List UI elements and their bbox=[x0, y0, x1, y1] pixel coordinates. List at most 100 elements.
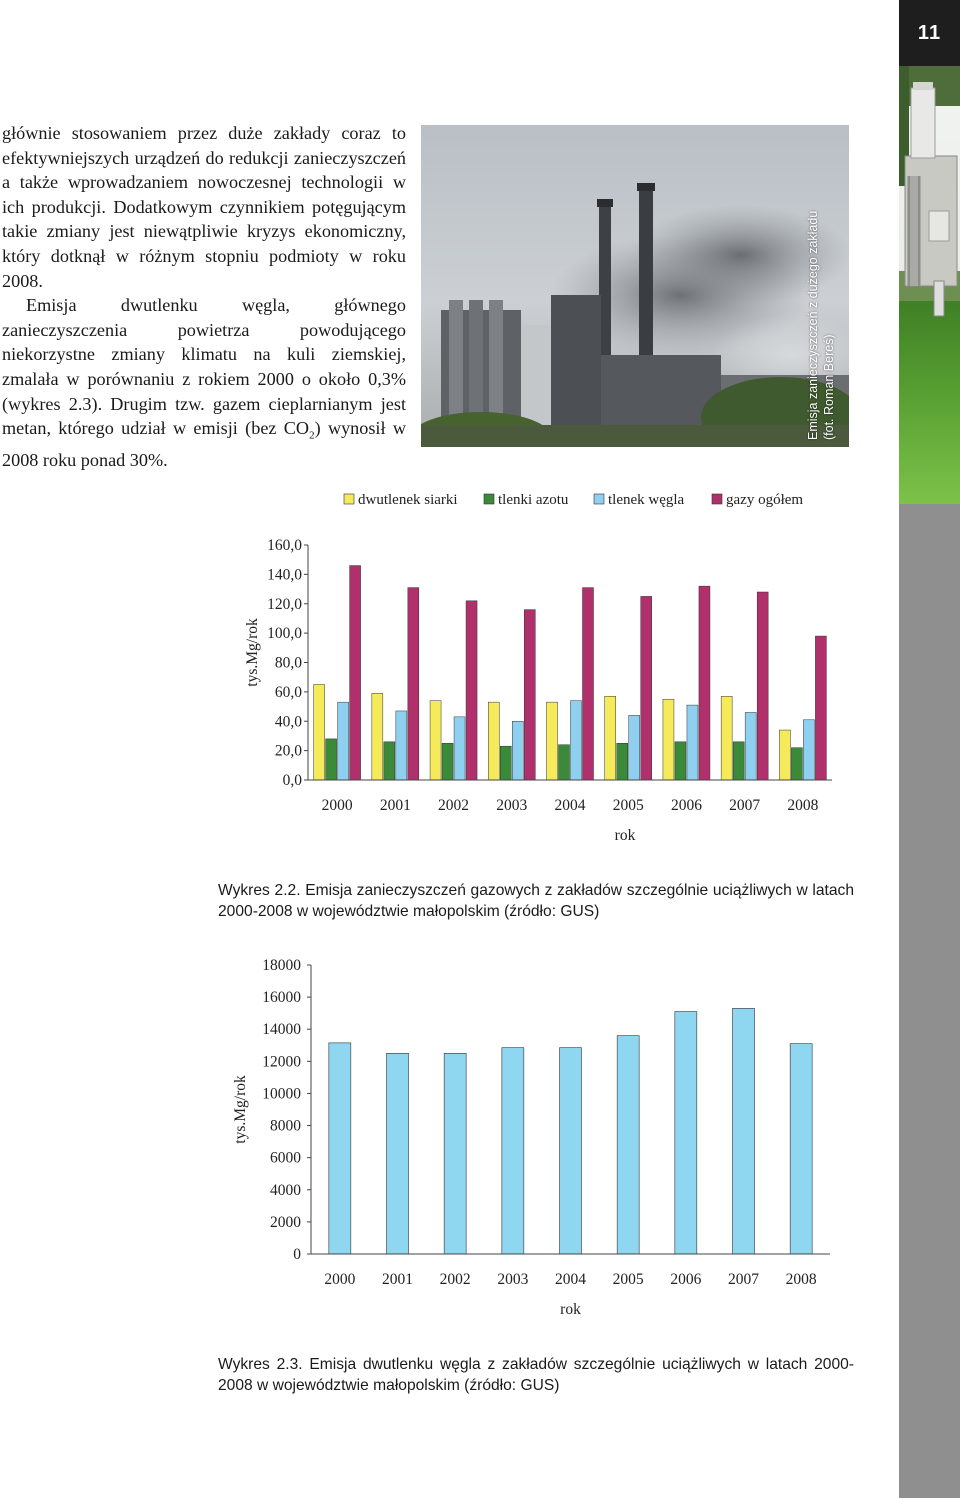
photo-caption-line-2: (fot. Roman Bereś) bbox=[821, 334, 836, 440]
chart1-legend-label-3: gazy ogółem bbox=[726, 492, 803, 508]
chart1-bar bbox=[395, 710, 408, 781]
chart2-x-tick-label: 2006 bbox=[670, 1271, 701, 1288]
chart1-bar bbox=[465, 600, 478, 781]
chart1-bar bbox=[732, 741, 745, 781]
chart2-bar bbox=[328, 1042, 352, 1255]
chart1-legend-swatch-0 bbox=[343, 493, 355, 505]
chart2-y-tick-label: 14000 bbox=[262, 1021, 301, 1038]
chart1-bar bbox=[744, 712, 757, 781]
chart1-bar bbox=[558, 744, 570, 781]
chart1-bar bbox=[686, 704, 699, 781]
chart1-bar bbox=[441, 743, 454, 781]
station-photo-image bbox=[899, 66, 960, 504]
chart1-legend-label-1: tlenki azotu bbox=[498, 492, 569, 508]
photo-caption-line-1: Emisja zanieczyszczeń z dużego zakładu bbox=[806, 210, 820, 440]
chart2-y-ticks: 0 2000 4000 6000 8000 10000 12000 14000 16000 180… bbox=[262, 957, 311, 1263]
chart1-x-tick-label: 2002 bbox=[438, 797, 469, 814]
chart1-bar bbox=[640, 596, 652, 781]
paragraph-1: głównie stosowaniem przez duże zakłady c… bbox=[2, 123, 406, 291]
chart2-bar bbox=[501, 1047, 525, 1255]
chart2-y-tick-label: 6000 bbox=[270, 1150, 301, 1167]
chart1-bar bbox=[407, 587, 420, 781]
chart1-bar bbox=[383, 741, 396, 781]
chart1-bars bbox=[313, 565, 827, 781]
body-text: głównie stosowaniem przez duże zakłady c… bbox=[2, 121, 406, 473]
chart1-bar bbox=[698, 585, 711, 781]
chart1-x-tick-label: 2000 bbox=[322, 797, 353, 814]
chart1-y-tick-label: 160,0 bbox=[267, 537, 302, 554]
chart2-y-tick-label: 16000 bbox=[262, 989, 301, 1006]
chart1-y-tick-label: 80,0 bbox=[275, 655, 302, 672]
chart2-x-tick-label: 2004 bbox=[555, 1271, 586, 1288]
measurement-station-photo bbox=[899, 66, 960, 504]
factory-photo-image bbox=[421, 125, 849, 447]
chart1-bar bbox=[512, 721, 524, 781]
chart2-x-tick-label: 2000 bbox=[324, 1271, 355, 1288]
chart2-x-axis-label: rok bbox=[560, 1301, 581, 1318]
chart1-bar bbox=[582, 587, 594, 781]
chart2-x-tick-label: 2007 bbox=[728, 1271, 759, 1288]
chart1-bar bbox=[371, 693, 384, 781]
chart-co2-emissions: 0 2000 4000 6000 8000 10000 12000 14000 16000 180… bbox=[232, 957, 830, 1318]
chart2-bar bbox=[674, 1011, 698, 1255]
chart1-x-tick-label: 2004 bbox=[555, 797, 586, 814]
chart1-legend-label-0: dwutlenek siarki bbox=[358, 492, 458, 508]
chart1-legend-swatch-3 bbox=[711, 493, 723, 505]
chart1-bar bbox=[349, 565, 361, 781]
chart1-bar bbox=[313, 684, 325, 781]
chart1-bar bbox=[674, 741, 687, 781]
chart1-x-tick-label: 2006 bbox=[671, 797, 702, 814]
chart2-x-tick-label: 2001 bbox=[382, 1271, 413, 1288]
chart2-y-tick-label: 2000 bbox=[270, 1214, 301, 1231]
chart1-bar bbox=[488, 701, 500, 781]
chart1-bar bbox=[815, 635, 827, 781]
chart1-bar bbox=[429, 700, 442, 781]
chart1-legend-swatch-2 bbox=[593, 493, 605, 505]
chart2-y-tick-label: 12000 bbox=[262, 1053, 301, 1070]
factory-photo bbox=[421, 125, 849, 447]
chart1-x-tick-label: 2001 bbox=[380, 797, 411, 814]
chart2-x-tick-label: 2008 bbox=[786, 1271, 817, 1288]
chart1-bar bbox=[616, 743, 628, 781]
co2-formula: CO bbox=[283, 418, 310, 439]
chart1-y-axis-label: tys.Mg/rok bbox=[244, 618, 261, 687]
chart2-bar bbox=[443, 1053, 467, 1255]
chart1-bar bbox=[791, 747, 803, 781]
chart1-bar bbox=[604, 696, 616, 781]
paragraph-2-text: Emisja dwutlenku węgla, głównego zaniecz… bbox=[2, 295, 406, 439]
chart2-y-tick-label: 18000 bbox=[262, 957, 301, 974]
chart1-bar bbox=[453, 716, 466, 781]
chart2-y-tick-label: 0 bbox=[293, 1246, 301, 1263]
chart1-bar bbox=[628, 715, 640, 781]
chart1-legend: dwutlenek siarki tlenki azotu tlenek węgla… bbox=[343, 492, 803, 508]
chart1-x-tick-label: 2008 bbox=[787, 797, 818, 814]
caption-wykres-2-2: Wykres 2.2. Emisja zanieczyszczeń gazowy… bbox=[218, 882, 854, 920]
photo-caption: Emisja zanieczyszczeń z dużego zakładu (… bbox=[806, 120, 837, 440]
chart1-bar bbox=[546, 701, 558, 781]
chart1-bar bbox=[570, 700, 582, 781]
chart1-bar bbox=[500, 745, 512, 781]
chart1-y-tick-label: 60,0 bbox=[275, 684, 302, 701]
chart1-y-tick-label: 140,0 bbox=[267, 566, 302, 583]
chart2-x-tick-label: 2005 bbox=[613, 1271, 644, 1288]
chart1-x-tick-label: 2007 bbox=[729, 797, 760, 814]
chart1-bar bbox=[803, 719, 815, 781]
chart1-x-tick-label: 2005 bbox=[613, 797, 644, 814]
chart1-bar bbox=[325, 738, 337, 781]
chart2-bar bbox=[732, 1008, 755, 1255]
chart1-bar bbox=[756, 591, 769, 781]
chart2-y-tick-label: 10000 bbox=[262, 1085, 301, 1102]
chart2-bar bbox=[789, 1043, 813, 1255]
chart2-y-tick-label: 4000 bbox=[270, 1182, 301, 1199]
chart1-bar bbox=[779, 729, 791, 781]
chart2-x-tick-label: 2003 bbox=[497, 1271, 528, 1288]
chart-gaseous-emissions: dwutlenek siarki tlenki azotu tlenek węgla… bbox=[244, 492, 832, 844]
chart2-x-labels: 2000 2001 2002 2003 2004 2005 2006 2007 2008 bbox=[324, 1271, 817, 1288]
chart1-y-tick-label: 40,0 bbox=[275, 713, 302, 730]
chart1-bar bbox=[720, 696, 733, 781]
paragraph-2: Emisja dwutlenku węgla, głównego zaniecz… bbox=[2, 293, 406, 473]
chart2-bars bbox=[328, 1008, 813, 1255]
chart1-y-tick-label: 100,0 bbox=[267, 625, 302, 642]
chart1-y-ticks: 0,0 20,0 40,0 60,0 80,0 100,0 120,0 140,0 160,0 bbox=[267, 537, 308, 789]
chart1-x-axis-label: rok bbox=[615, 827, 636, 844]
